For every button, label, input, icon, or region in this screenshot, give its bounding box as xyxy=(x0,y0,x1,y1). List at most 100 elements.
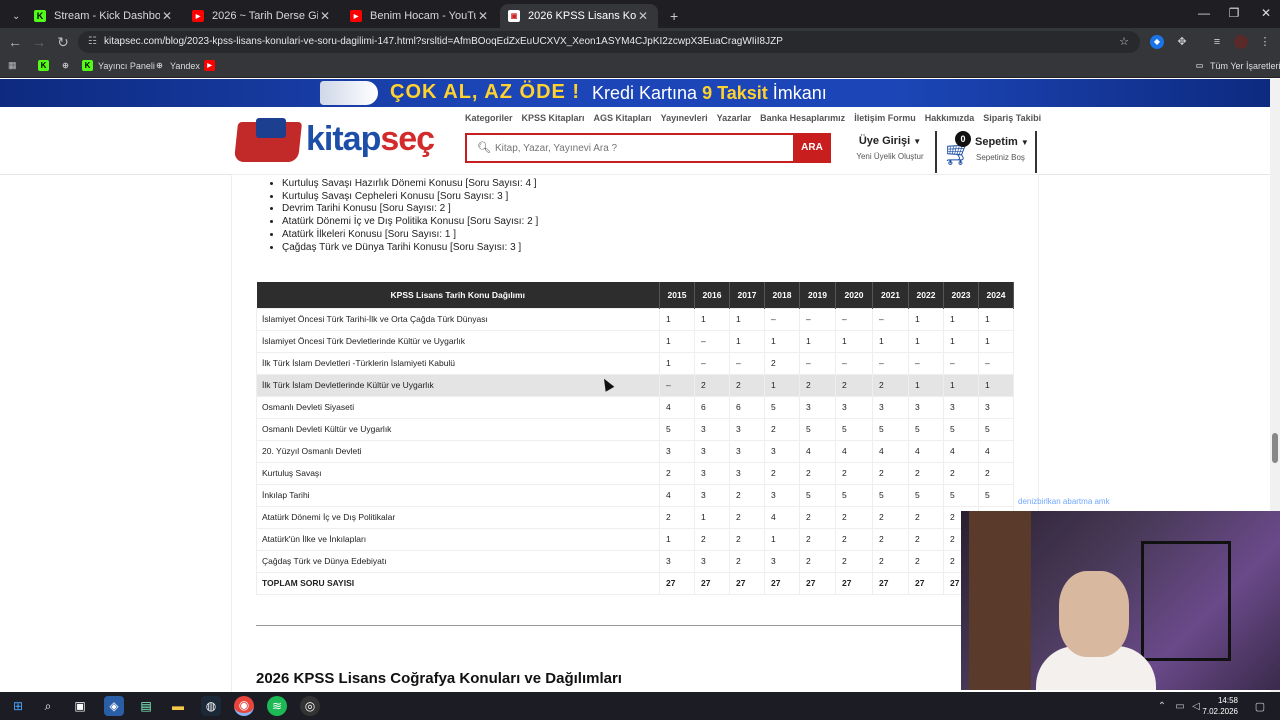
cart-button[interactable]: 🛒︎ 0 Sepetim ▼ Sepetiniz Boş xyxy=(935,131,1037,173)
reading-list-icon[interactable]: ≡ xyxy=(1210,35,1224,49)
scrollbar-thumb[interactable] xyxy=(1272,433,1278,463)
store-icon[interactable]: ▤ xyxy=(136,696,156,716)
value-cell: 4 xyxy=(659,483,695,507)
site-info-icon[interactable]: ☷ xyxy=(88,31,97,53)
all-bookmarks[interactable]: ▭ Tüm Yer İşaretleri xyxy=(1194,60,1280,71)
close-icon[interactable]: ✕ xyxy=(318,9,332,23)
divider xyxy=(256,625,1016,626)
reload-icon[interactable]: ↻ xyxy=(54,34,72,51)
globe-bookmark-icon[interactable]: ⊕ xyxy=(60,60,76,71)
task-view-icon[interactable]: ▣ xyxy=(70,696,90,716)
value-cell: 1 xyxy=(943,329,979,353)
app-icon[interactable]: ◈ xyxy=(104,696,124,716)
topic-cell: İslamiyet Öncesi Türk Devletlerinde Kült… xyxy=(256,329,660,353)
kick-bookmark-icon[interactable]: K xyxy=(38,60,54,71)
table-row: Osmanlı Devleti Siyaseti 4 6 6 5 3 3 3 3 3 3 xyxy=(256,395,1014,419)
value-cell: – xyxy=(799,307,836,331)
more-menu-icon[interactable]: ⋮ xyxy=(1258,35,1272,49)
value-cell: – xyxy=(659,373,695,397)
register-link[interactable]: Yeni Üyelik Oluştur xyxy=(850,152,930,161)
value-cell: 2 xyxy=(908,461,944,485)
youtube-bookmark-icon[interactable]: ▶ xyxy=(204,60,220,71)
avatar[interactable] xyxy=(1234,35,1248,49)
login-link[interactable]: Üye Girişi xyxy=(859,135,910,147)
search-icon: 🔍︎ xyxy=(477,142,491,154)
tab-search-button[interactable]: ⌄ xyxy=(4,4,22,28)
main-nav: Kategoriler KPSS Kitapları AGS Kitapları… xyxy=(465,113,1041,123)
section-heading: 2026 KPSS Lisans Coğrafya Konuları ve Da… xyxy=(256,670,622,687)
extensions-puzzle-icon[interactable]: ✥ xyxy=(1175,35,1189,49)
topic-cell: Osmanlı Devleti Kültür ve Uygarlık xyxy=(256,417,660,441)
value-cell: 1 xyxy=(764,329,800,353)
close-icon[interactable]: ✕ xyxy=(636,9,650,23)
list-item: Atatürk İlkeleri Konusu [Soru Sayısı: 1 … xyxy=(282,229,538,242)
tray-chevron-icon[interactable]: ⌃ xyxy=(1152,696,1172,716)
account-menu[interactable]: Üye Girişi ▼ Yeni Üyelik Oluştur xyxy=(850,135,930,161)
topic-cell: Atatürk Dönemi İç ve Dış Politikalar xyxy=(256,505,660,529)
value-cell: 5 xyxy=(908,483,944,507)
value-cell: 2 xyxy=(872,373,909,397)
browser-toolbar: ← → ↻ ☷ kitapsec.com/blog/2023-kpss-lisa… xyxy=(0,28,1280,56)
value-cell: 2 xyxy=(729,505,765,529)
kick-icon: K xyxy=(34,10,46,22)
tab-title: Benim Hocam - YouTube xyxy=(370,10,476,22)
forward-arrow-icon[interactable]: → xyxy=(30,34,48,50)
list-item: Kurtuluş Savaşı Cepheleri Konusu [Soru S… xyxy=(282,191,538,204)
value-cell: 2 xyxy=(764,417,800,441)
value-cell: 5 xyxy=(978,417,1014,441)
nav-yayinevleri[interactable]: Yayınevleri xyxy=(661,113,708,123)
tab-tarih-derse-giris[interactable]: ▶ 2026 ~ Tarih Derse Giriş / Mehm ✕ xyxy=(184,4,340,28)
nav-siparis-takibi[interactable]: Sipariş Takibi xyxy=(983,113,1041,123)
steam-icon[interactable]: ◍ xyxy=(201,696,221,716)
nav-banka-hesaplari[interactable]: Banka Hesaplarımız xyxy=(760,113,845,123)
extension-icon[interactable]: ◆ xyxy=(1150,35,1164,49)
obs-icon[interactable]: ◎ xyxy=(300,696,320,716)
search-input[interactable] xyxy=(495,139,785,157)
bookmark-yandex[interactable]: ⊕ Yandex xyxy=(154,60,200,71)
bookmark-yayinci-paneli[interactable]: K Yayıncı Paneli xyxy=(82,60,155,71)
nav-ags-kitaplari[interactable]: AGS Kitapları xyxy=(594,113,652,123)
value-cell: – xyxy=(908,351,944,375)
nav-iletisim-formu[interactable]: İletişim Formu xyxy=(854,113,916,123)
value-cell: 1 xyxy=(729,307,765,331)
spotify-icon[interactable]: ≋ xyxy=(267,696,287,716)
restore-icon[interactable]: ❐ xyxy=(1222,6,1246,20)
system-clock[interactable]: 14:58 7.02.2026 xyxy=(1198,695,1238,717)
value-cell: 1 xyxy=(943,307,979,331)
chevron-down-icon: ⌄ xyxy=(12,10,21,22)
folder-icon[interactable]: ▬ xyxy=(168,696,188,716)
site-logo[interactable]: kitapseç xyxy=(233,118,435,164)
search-icon[interactable]: ⌕ xyxy=(38,696,58,716)
windows-start-icon[interactable]: ⊞ xyxy=(8,696,28,716)
nav-hakkimizda[interactable]: Hakkımızda xyxy=(925,113,975,123)
minimize-icon[interactable]: — xyxy=(1192,6,1216,20)
list-item: Devrim Tarihi Konusu [Soru Sayısı: 2 ] xyxy=(282,203,538,216)
tab-benim-hocam[interactable]: ▶ Benim Hocam - YouTube ✕ xyxy=(342,4,498,28)
close-window-icon[interactable]: ✕ xyxy=(1254,6,1278,20)
topic-cell: Atatürk'ün İlke ve İnkılapları xyxy=(256,527,660,551)
megaphone-icon xyxy=(320,81,378,105)
close-icon[interactable]: ✕ xyxy=(160,9,174,23)
chrome-icon[interactable]: ◉ xyxy=(234,696,254,716)
tab-kpss-lisans[interactable]: ▣ 2026 KPSS Lisans Konuları ve Sı ✕ xyxy=(500,4,658,28)
nav-yazarlar[interactable]: Yazarlar xyxy=(717,113,752,123)
promo-banner[interactable]: ÇOK AL, AZ ÖDE ! Kredi Kartına 9 Taksit … xyxy=(0,79,1270,107)
new-tab-button[interactable]: + xyxy=(662,4,682,28)
close-icon[interactable]: ✕ xyxy=(476,9,490,23)
promo-text-sub: Kredi Kartına 9 Taksit İmkanı xyxy=(592,83,827,103)
value-cell: 2 xyxy=(659,505,695,529)
back-arrow-icon[interactable]: ← xyxy=(6,34,24,50)
value-cell: 3 xyxy=(694,461,730,485)
search-button[interactable]: ARA xyxy=(793,133,831,163)
value-cell: 1 xyxy=(729,329,765,353)
value-cell: 3 xyxy=(764,439,800,463)
address-bar[interactable]: ☷ kitapsec.com/blog/2023-kpss-lisans-kon… xyxy=(78,31,1140,53)
apps-grid-icon[interactable]: ▦ xyxy=(8,60,17,71)
bookmark-star-icon[interactable]: ☆ xyxy=(1117,35,1131,49)
value-cell: 27 xyxy=(659,571,695,595)
nav-kpss-kitaplari[interactable]: KPSS Kitapları xyxy=(522,113,585,123)
nav-kategoriler[interactable]: Kategoriler xyxy=(465,113,513,123)
tab-kick-dashboard[interactable]: K Stream - Kick Dashboard ✕ xyxy=(26,4,182,28)
notification-icon[interactable]: ▢ xyxy=(1250,696,1270,716)
streamer-face xyxy=(1059,571,1129,657)
